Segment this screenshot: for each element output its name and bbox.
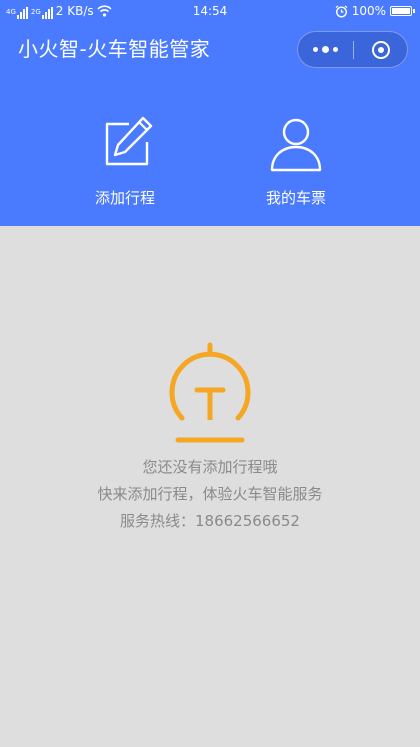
empty-hint: 快来添加行程，体验火车智能服务	[97, 485, 323, 503]
battery-percent: 100%	[351, 4, 386, 18]
mini-program-capsule	[297, 31, 408, 68]
status-right: 100%	[335, 0, 415, 22]
add-trip-label: 添加行程	[94, 189, 155, 207]
app-screen: 4G 2G 2 KB/s 14:54 100% 小火智-火车智能管家 添加行程 …	[0, 0, 420, 747]
railway-icon	[169, 342, 251, 443]
battery-icon	[390, 6, 415, 16]
page-title: 小火智-火车智能管家	[18, 37, 211, 61]
close-target-icon[interactable]	[354, 32, 407, 67]
battery-level	[392, 8, 410, 14]
status-bar: 4G 2G 2 KB/s 14:54 100%	[0, 0, 420, 22]
my-tickets-button[interactable]: 我的车票	[221, 112, 371, 216]
add-trip-button[interactable]: 添加行程	[50, 112, 200, 216]
user-icon	[270, 118, 322, 172]
empty-state: 您还没有添加行程哦 快来添加行程，体验火车智能服务 服务热线：186625666…	[0, 340, 420, 535]
edit-icon	[105, 116, 153, 166]
header-panel: 4G 2G 2 KB/s 14:54 100% 小火智-火车智能管家 添加行程 …	[0, 0, 420, 226]
empty-message: 您还没有添加行程哦	[142, 458, 278, 476]
alarm-icon	[335, 4, 348, 18]
service-hotline: 服务热线：18662566652	[120, 512, 300, 530]
more-dots-icon[interactable]	[298, 32, 353, 67]
my-tickets-label: 我的车票	[265, 189, 326, 207]
